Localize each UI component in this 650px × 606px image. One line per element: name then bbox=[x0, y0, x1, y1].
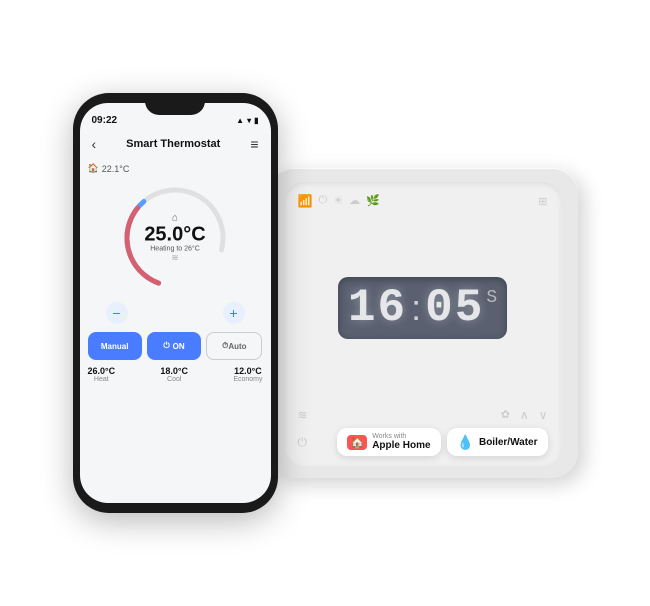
led-display: 16 : 05 S bbox=[298, 214, 548, 402]
home-temp-value: 22.1°C bbox=[102, 164, 130, 174]
device-icons-bottom: ≋ ✿ ∧ ∨ bbox=[298, 408, 548, 422]
decrease-button[interactable]: − bbox=[106, 302, 128, 324]
down-arrow-icon: ∨ bbox=[539, 408, 548, 422]
device-inner: 📶 ⏻ ☀ ☁ 🌿 ⊞ 16 : 05 S bbox=[284, 182, 562, 466]
apple-icon: 🏠 bbox=[347, 435, 367, 450]
water-icon: 💧 bbox=[457, 434, 474, 451]
home-center-icon: ⌂ bbox=[144, 213, 205, 224]
flame-icon: ≋ bbox=[144, 253, 205, 264]
app-content: 🏠 22.1°C ⌂ 2 bbox=[80, 159, 271, 503]
phone-notch bbox=[145, 93, 205, 115]
leaf-icon: 🌿 bbox=[366, 194, 380, 208]
power-bottom-icon: ⏻ bbox=[298, 435, 308, 450]
status-icons: ▲ ▾ ▮ bbox=[236, 116, 258, 125]
preset-cool[interactable]: 18.0°C Cool bbox=[160, 366, 188, 383]
auto-mode-button[interactable]: ⏱ Auto bbox=[206, 332, 262, 360]
led-minutes: 05 bbox=[425, 285, 484, 331]
apple-home-badge: 🏠 Works with Apple Home bbox=[337, 428, 440, 456]
increase-button[interactable]: + bbox=[223, 302, 245, 324]
apple-home-label: Apple Home bbox=[372, 440, 430, 451]
led-background: 16 : 05 S bbox=[338, 277, 507, 339]
device-icons-right: ⊞ bbox=[538, 195, 547, 208]
temp-controls: − + bbox=[88, 302, 263, 324]
nav-bar: ‹ Smart Thermostat ≡ bbox=[80, 129, 271, 159]
back-button[interactable]: ‹ bbox=[92, 136, 97, 152]
dial-center: ⌂ 25.0°C Heating to 26°C ≋ bbox=[144, 213, 205, 264]
led-small: S bbox=[486, 289, 497, 307]
boiler-label: Boiler/Water bbox=[479, 437, 538, 448]
manual-mode-button[interactable]: Manual bbox=[88, 332, 142, 360]
cool-label: Cool bbox=[160, 376, 188, 383]
device-badges: 🏠 Works with Apple Home 💧 Boiler/Water bbox=[337, 428, 547, 456]
scene: 09:22 ▲ ▾ ▮ ‹ Smart Thermostat ≡ 🏠 22.1°… bbox=[0, 0, 650, 606]
thermostat-device: 📶 ⏻ ☀ ☁ 🌿 ⊞ 16 : 05 S bbox=[268, 168, 578, 478]
heating-label: Heating to 26°C bbox=[144, 246, 205, 253]
phone: 09:22 ▲ ▾ ▮ ‹ Smart Thermostat ≡ 🏠 22.1°… bbox=[73, 93, 278, 513]
preset-heat[interactable]: 26.0°C Heat bbox=[88, 366, 116, 383]
phone-screen: 09:22 ▲ ▾ ▮ ‹ Smart Thermostat ≡ 🏠 22.1°… bbox=[80, 103, 271, 503]
flame-device-icon: ≋ bbox=[298, 408, 308, 422]
signal-icon: ▲ bbox=[236, 116, 244, 125]
economy-label: Economy bbox=[233, 376, 262, 383]
battery-icon: ▮ bbox=[254, 116, 258, 125]
menu-button[interactable]: ≡ bbox=[250, 136, 258, 152]
wifi-icon: ▾ bbox=[247, 116, 251, 125]
device-icons-top: 📶 ⏻ ☀ ☁ 🌿 ⊞ bbox=[298, 194, 548, 208]
thermostat-dial[interactable]: ⌂ 25.0°C Heating to 26°C ≋ bbox=[88, 178, 263, 298]
device-bottom-row: ⏻ 🏠 Works with Apple Home 💧 Boiler/Water bbox=[298, 428, 548, 456]
presets-row: 26.0°C Heat 18.0°C Cool 12.0°C Economy bbox=[88, 366, 263, 383]
wifi-device-icon: 📶 bbox=[298, 194, 313, 208]
device-icons-left: 📶 ⏻ ☀ ☁ 🌿 bbox=[298, 194, 380, 208]
works-with-label: Works with bbox=[372, 433, 430, 440]
led-hours: 16 bbox=[348, 285, 407, 331]
home-icon: 🏠 bbox=[88, 163, 99, 174]
up-arrow-icon: ∧ bbox=[520, 408, 529, 422]
current-temp: 25.0°C bbox=[144, 224, 205, 246]
cloud-icon: ☁ bbox=[349, 194, 360, 208]
on-mode-button[interactable]: ⏻ ON bbox=[147, 332, 201, 360]
cool-temp: 18.0°C bbox=[160, 366, 188, 376]
heat-label: Heat bbox=[88, 376, 116, 383]
preset-economy[interactable]: 12.0°C Economy bbox=[233, 366, 262, 383]
heat-temp: 26.0°C bbox=[88, 366, 116, 376]
boiler-water-badge: 💧 Boiler/Water bbox=[447, 428, 548, 456]
sun-icon: ☀ bbox=[333, 194, 343, 208]
device-arrows: ✿ ∧ ∨ bbox=[501, 408, 548, 422]
grid-icon: ⊞ bbox=[538, 195, 547, 208]
economy-temp: 12.0°C bbox=[233, 366, 262, 376]
power-device-icon: ⏻ bbox=[318, 194, 327, 208]
fan-icon: ✿ bbox=[501, 408, 510, 422]
led-colon: : bbox=[411, 290, 421, 326]
status-time: 09:22 bbox=[92, 115, 118, 126]
home-temp: 🏠 22.1°C bbox=[88, 163, 263, 174]
mode-buttons: Manual ⏻ ON ⏱ Auto bbox=[88, 332, 263, 360]
page-title: Smart Thermostat bbox=[126, 138, 220, 150]
power-icon: ⏻ bbox=[163, 341, 169, 351]
